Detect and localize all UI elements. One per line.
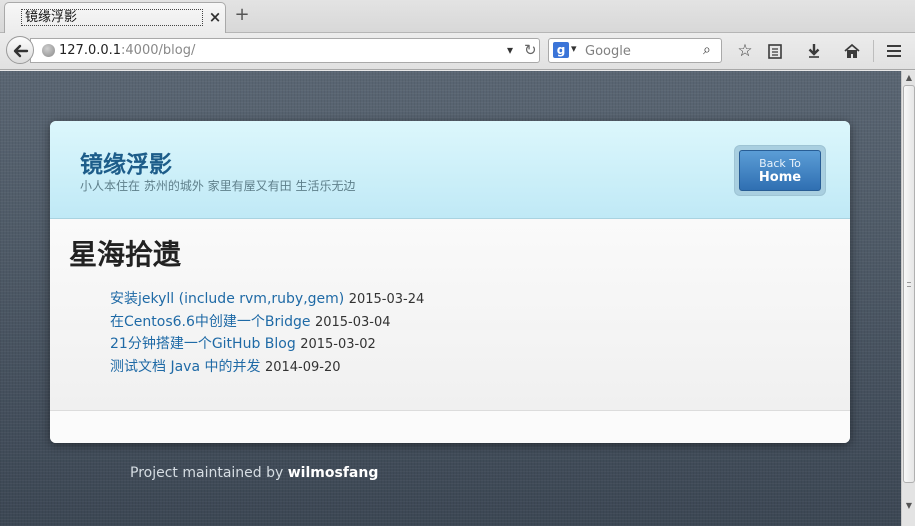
back-arrow-icon: [13, 44, 29, 58]
url-host: 127.0.0.1: [59, 43, 122, 58]
back-button[interactable]: [6, 36, 34, 64]
home-button-face[interactable]: Back To Home: [739, 150, 821, 191]
post-link[interactable]: 在Centos6.6中创建一个Bridge: [110, 314, 311, 330]
toolbar-separator: [873, 40, 874, 62]
url-path: :4000/blog/: [121, 43, 196, 58]
post-list: 安装jekyll (include rvm,ruby,gem) 2015-03-…: [110, 289, 424, 379]
home-button-small-label: Back To: [759, 157, 801, 170]
search-engine-dropdown-icon[interactable]: ▾: [571, 42, 577, 55]
vertical-scrollbar[interactable]: ▲ ▼: [901, 71, 915, 526]
site-subtitle: 小人本住在 苏州的城外 家里有屋又有田 生活乐无边: [80, 179, 356, 193]
page-heading: 星海拾遗: [69, 238, 182, 271]
tab-strip: 镜缘浮影 × +: [0, 0, 915, 33]
bookmark-star-icon[interactable]: ☆: [734, 40, 756, 62]
maintainer-author[interactable]: wilmosfang: [288, 465, 379, 481]
list-item: 21分钟搭建一个GitHub Blog 2015-03-02: [110, 334, 424, 357]
post-date: 2015-03-24: [348, 292, 425, 307]
downloads-icon[interactable]: [803, 40, 825, 62]
list-item: 安装jekyll (include rvm,ruby,gem) 2015-03-…: [110, 289, 424, 312]
url-history-dropdown-icon[interactable]: ▾: [507, 43, 513, 57]
reload-icon[interactable]: ↻: [524, 41, 537, 59]
home-icon[interactable]: [841, 40, 863, 62]
search-bar[interactable]: g ▾ ⌕: [548, 38, 722, 63]
site-identity-icon[interactable]: [42, 44, 55, 57]
scrollbar-thumb[interactable]: [903, 85, 915, 483]
search-go-icon[interactable]: ⌕: [703, 42, 711, 58]
navigation-toolbar: 127.0.0.1:4000/blog/ ▾ ↻ g ▾ ⌕ ☆: [0, 33, 915, 70]
page-viewport: 镜缘浮影 小人本住在 苏州的城外 家里有屋又有田 生活乐无边 Back To H…: [0, 71, 901, 526]
list-item: 测试文档 Java 中的并发 2014-09-20: [110, 357, 424, 380]
post-link[interactable]: 21分钟搭建一个GitHub Blog: [110, 336, 296, 352]
post-date: 2015-03-04: [314, 314, 391, 330]
bookmarks-menu-icon[interactable]: [764, 40, 786, 62]
post-link[interactable]: 安装jekyll (include rvm,ruby,gem): [110, 291, 344, 307]
home-button-label: Home: [758, 170, 802, 185]
search-engine-icon[interactable]: g: [553, 42, 569, 58]
tab-title[interactable]: 镜缘浮影: [21, 9, 203, 26]
back-to-home-button[interactable]: Back To Home: [735, 146, 825, 195]
site-header: 镜缘浮影 小人本住在 苏州的城外 家里有屋又有田 生活乐无边 Back To H…: [50, 121, 850, 219]
list-item: 在Centos6.6中创建一个Bridge 2015-03-04: [110, 312, 424, 335]
scroll-up-icon[interactable]: ▲: [904, 73, 914, 83]
maintainer-prefix: Project maintained by: [130, 465, 284, 481]
post-date: 2015-03-02: [300, 337, 376, 352]
post-link[interactable]: 测试文档 Java 中的并发: [110, 359, 260, 375]
scroll-down-icon[interactable]: ▼: [904, 501, 914, 511]
search-input[interactable]: [585, 42, 697, 60]
post-date: 2014-09-20: [264, 359, 341, 375]
new-tab-icon[interactable]: +: [233, 6, 251, 24]
tab-close-icon[interactable]: ×: [208, 9, 222, 25]
site-title[interactable]: 镜缘浮影: [80, 145, 172, 179]
scrollbar-grip: [907, 282, 911, 287]
content-card: 镜缘浮影 小人本住在 苏州的城外 家里有屋又有田 生活乐无边 Back To H…: [50, 121, 850, 443]
post-section: 星海拾遗 安装jekyll (include rvm,ruby,gem) 201…: [50, 219, 850, 411]
url-bar[interactable]: 127.0.0.1:4000/blog/ ▾ ↻: [30, 38, 540, 63]
card-footer: [50, 411, 850, 443]
browser-tab[interactable]: 镜缘浮影 ×: [4, 2, 226, 33]
menu-icon[interactable]: [883, 40, 905, 62]
url-text[interactable]: 127.0.0.1:4000/blog/: [59, 43, 195, 59]
maintainer-note: Project maintained by wilmosfang: [130, 465, 378, 481]
